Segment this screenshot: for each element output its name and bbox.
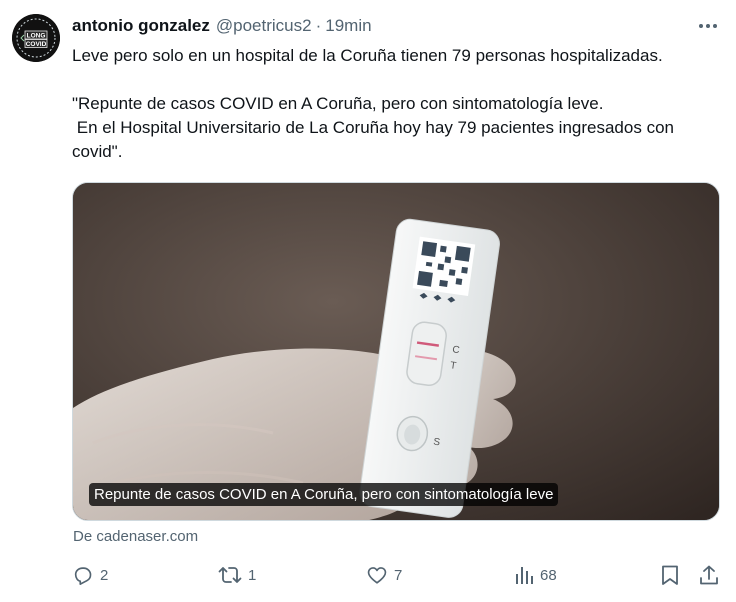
views-button[interactable]: 68: [514, 560, 557, 590]
tweet-header: antonio gonzalez @poetricus2 · 19min: [72, 15, 372, 37]
separator-dot: ·: [315, 16, 322, 35]
views-count: 68: [540, 566, 557, 584]
tweet-text-quote: "Repunte de casos COVID en A Coruña, per…: [72, 94, 674, 161]
tweet-text: Leve pero solo en un hospital de la Coru…: [72, 44, 722, 164]
share-button[interactable]: [698, 560, 720, 590]
bookmark-icon: [662, 565, 678, 585]
author-handle[interactable]: @poetricus2: [216, 16, 312, 36]
tweet-actions: 2 1 7 68: [72, 560, 724, 590]
control-line-label: C: [452, 344, 461, 356]
tweet-text-line: Leve pero solo en un hospital de la Coru…: [72, 46, 663, 65]
covid-test-photo: C T S: [73, 183, 719, 520]
like-count: 7: [394, 566, 403, 584]
retweet-count: 1: [248, 566, 257, 584]
heart-icon: [367, 567, 387, 584]
more-horizontal-icon: [699, 24, 717, 28]
media-caption: Repunte de casos COVID en A Coruña, pero…: [89, 483, 559, 506]
author-avatar[interactable]: LONG COVID: [12, 14, 60, 62]
retweet-button[interactable]: 1: [218, 560, 256, 590]
avatar-text-long: LONG: [27, 33, 46, 40]
reply-count: 2: [100, 566, 109, 584]
long-covid-logo: LONG COVID: [12, 14, 60, 62]
bookmark-button[interactable]: [660, 560, 680, 590]
reply-icon: [74, 567, 92, 585]
analytics-icon: [516, 567, 533, 584]
share-icon: [700, 565, 718, 585]
link-source[interactable]: De cadenaser.com: [73, 528, 198, 545]
retweet-icon: [218, 567, 242, 583]
link-card-media[interactable]: C T S Repunte de casos COVID en A Coruña…: [72, 182, 720, 521]
tweet-timestamp[interactable]: 19min: [325, 16, 371, 36]
avatar-text-covid: COVID: [26, 41, 47, 48]
author-name[interactable]: antonio gonzalez: [72, 16, 210, 36]
like-button[interactable]: 7: [366, 560, 402, 590]
reply-button[interactable]: 2: [72, 560, 108, 590]
more-options-button[interactable]: [694, 15, 722, 37]
